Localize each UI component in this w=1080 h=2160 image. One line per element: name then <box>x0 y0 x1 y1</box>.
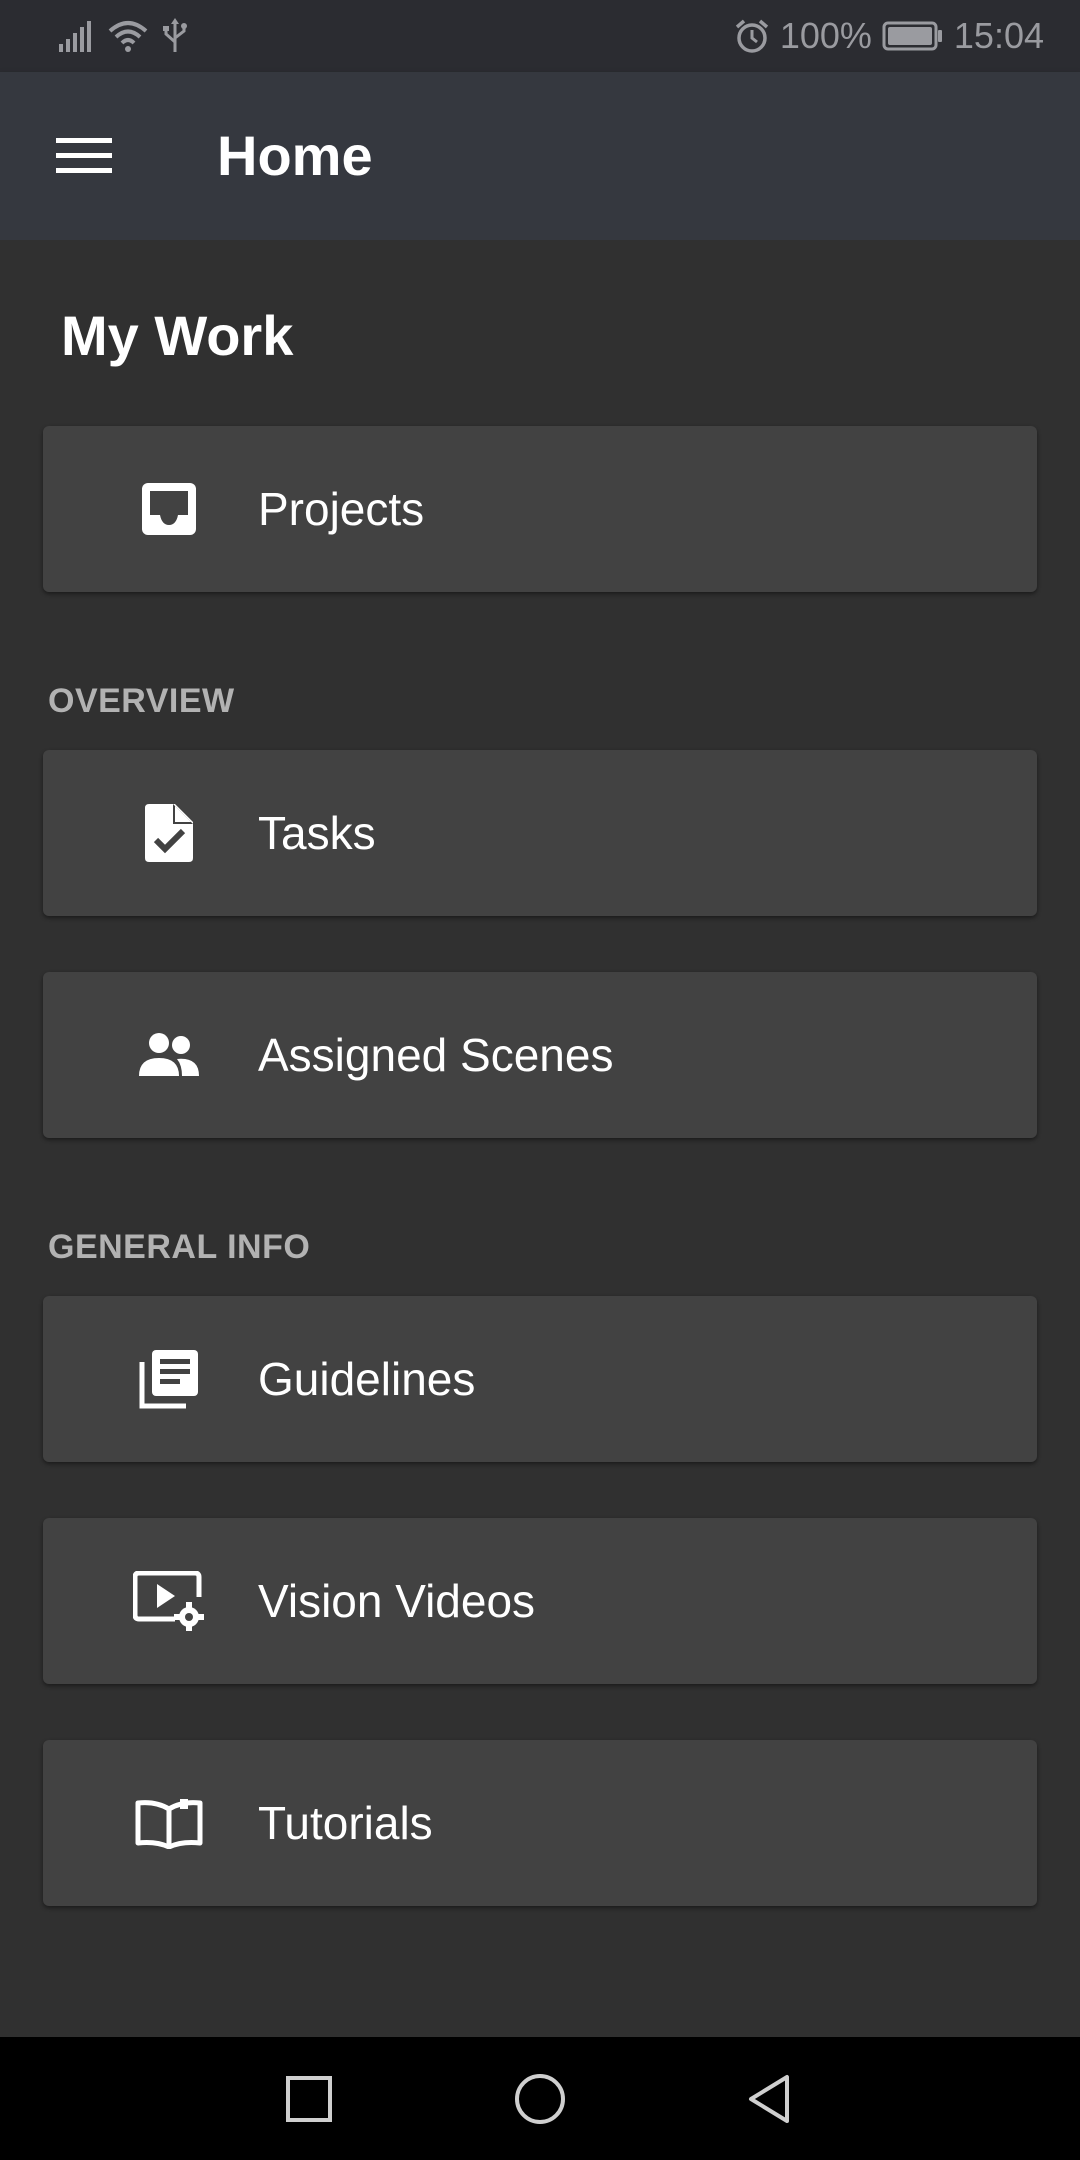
signal-icon <box>59 21 91 52</box>
assigned-scenes-label: Assigned Scenes <box>258 1029 614 1081</box>
battery-icon <box>882 21 942 51</box>
page-title: My Work <box>61 304 294 367</box>
home-icon <box>515 2074 565 2124</box>
projects-card[interactable]: Projects <box>43 426 1037 592</box>
section-header-overview: OVERVIEW <box>48 682 235 720</box>
tutorials-label: Tutorials <box>258 1797 433 1849</box>
status-left-icons <box>58 14 188 58</box>
app-bar: Home <box>0 72 1080 240</box>
app-title: Home <box>217 124 373 187</box>
section-header-general-info: GENERAL INFO <box>48 1228 311 1266</box>
menu-button[interactable] <box>40 118 128 194</box>
vision-videos-card[interactable]: Vision Videos <box>43 1518 1037 1684</box>
vision-videos-label: Vision Videos <box>258 1575 536 1627</box>
tasks-label: Tasks <box>258 807 376 859</box>
clock: 15:04 <box>953 15 1044 56</box>
status-bar: 100% 15:04 <box>0 0 1080 72</box>
library-books-icon <box>129 1339 209 1419</box>
guidelines-label: Guidelines <box>258 1353 476 1405</box>
menu-icon <box>56 138 112 173</box>
back-icon <box>749 2075 789 2123</box>
tutorials-card[interactable]: Tutorials <box>43 1740 1037 1906</box>
back-button[interactable] <box>727 2057 811 2141</box>
alarm-icon <box>735 19 768 53</box>
open-book-icon <box>129 1783 209 1863</box>
main-content: My Work Projects OVERVIEW Tasks Assigned… <box>0 240 1080 2037</box>
guidelines-card[interactable]: Guidelines <box>43 1296 1037 1462</box>
home-button[interactable] <box>498 2057 582 2141</box>
usb-icon <box>163 18 187 52</box>
system-nav-bar <box>0 2037 1080 2160</box>
battery-percent: 100% <box>779 15 872 56</box>
status-right-icons: 100% 15:04 <box>734 14 1044 58</box>
wifi-icon <box>108 21 148 52</box>
assigned-scenes-card[interactable]: Assigned Scenes <box>43 972 1037 1138</box>
recent-apps-button[interactable] <box>267 2057 351 2141</box>
people-icon <box>129 1015 209 1095</box>
projects-label: Projects <box>258 483 425 535</box>
recent-apps-icon <box>286 2076 332 2122</box>
task-file-icon <box>129 793 209 873</box>
inbox-icon <box>129 469 209 549</box>
video-settings-icon <box>129 1561 209 1641</box>
tasks-card[interactable]: Tasks <box>43 750 1037 916</box>
